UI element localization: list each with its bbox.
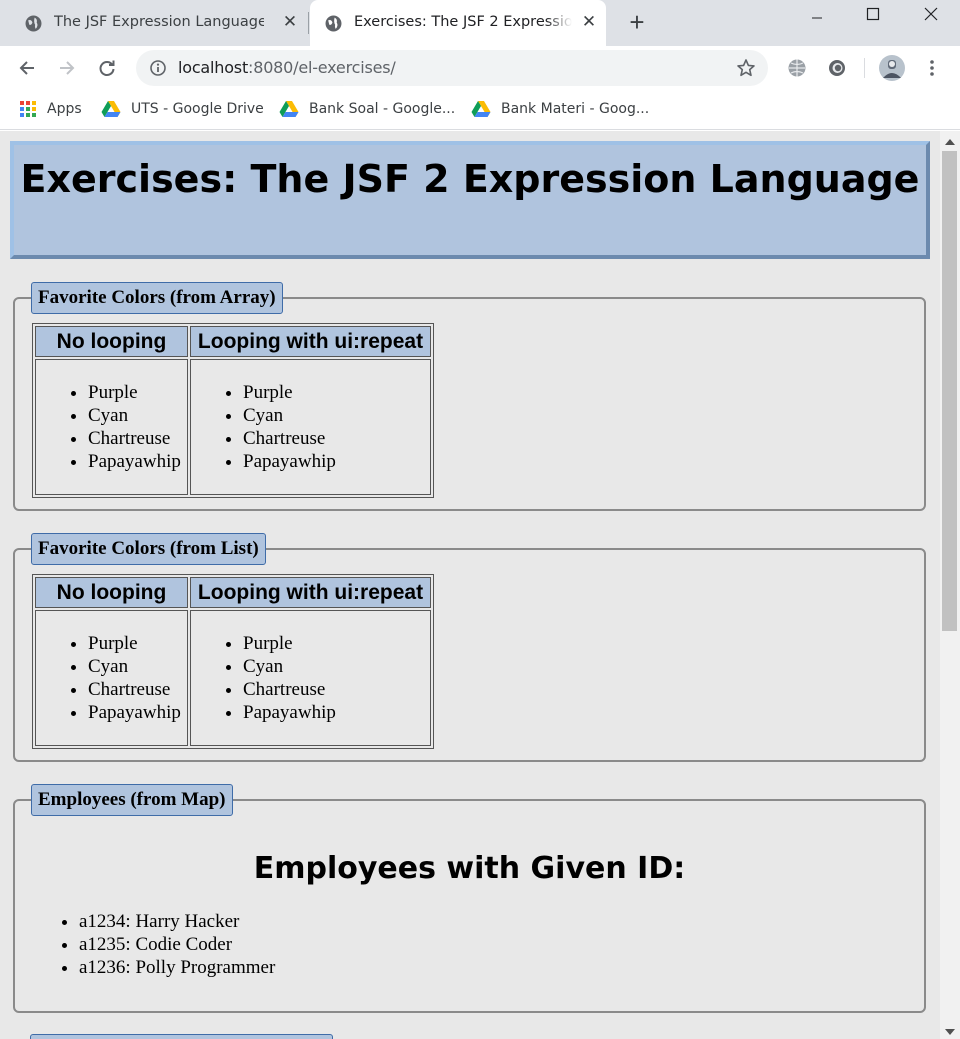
browser-toolbar: localhost:8080/el-exercises/: [0, 46, 960, 90]
bookmark-label: Bank Materi - Goog...: [501, 101, 650, 117]
table-row: Purple Cyan Chartreuse Papayawhip Purple…: [35, 359, 431, 495]
table-cell-ui-repeat: Purple Cyan Chartreuse Papayawhip: [190, 610, 431, 746]
list-item: Chartreuse: [243, 678, 430, 701]
table-header-row: No looping Looping with ui:repeat: [35, 326, 431, 357]
table-cell-ui-repeat: Purple Cyan Chartreuse Papayawhip: [190, 359, 431, 495]
color-list: Purple Cyan Chartreuse Papayawhip: [36, 381, 187, 473]
scroll-up-icon[interactable]: [945, 139, 955, 145]
fieldset-colors-array: Favorite Colors (from Array) No looping …: [13, 282, 926, 511]
google-drive-icon: [101, 101, 121, 117]
close-window-icon[interactable]: [908, 0, 954, 28]
list-item: Purple: [243, 632, 430, 655]
page-viewport: Exercises: The JSF 2 Expression Language…: [0, 131, 940, 1039]
tab-title: The JSF Expression Language: [54, 14, 264, 30]
globe-icon: [325, 15, 342, 32]
tab-strip: The JSF Expression Language ✕ Exercises:…: [0, 0, 960, 46]
list-item: a1236: Polly Programmer: [79, 956, 275, 979]
google-drive-icon: [279, 101, 299, 117]
employees-heading: Employees with Given ID:: [253, 851, 686, 886]
column-header-ui-repeat: Looping with ui:repeat: [190, 326, 431, 357]
color-list: Purple Cyan Chartreuse Papayawhip: [191, 381, 430, 473]
list-item: a1234: Harry Hacker: [79, 910, 275, 933]
list-item: Cyan: [243, 655, 430, 678]
list-item: Chartreuse: [88, 427, 187, 450]
table-cell-no-looping: Purple Cyan Chartreuse Papayawhip: [35, 610, 188, 746]
bookmark-label: Bank Soal - Google...: [309, 101, 456, 117]
bookmark-star-icon[interactable]: [736, 58, 756, 78]
tab-title: Exercises: The JSF 2 Expression Language: [354, 14, 572, 30]
reload-icon[interactable]: [94, 55, 120, 81]
new-tab-icon[interactable]: +: [624, 9, 650, 36]
address-bar[interactable]: localhost:8080/el-exercises/: [136, 50, 768, 86]
apps-grid-icon: [20, 101, 36, 117]
fieldset-legend: Favorite Colors (from Array): [31, 282, 283, 314]
list-item: Cyan: [88, 655, 187, 678]
profile-avatar-icon[interactable]: [879, 55, 905, 81]
list-item: Papayawhip: [243, 450, 430, 473]
tab-jsf-expression-language[interactable]: The JSF Expression Language ✕: [8, 0, 308, 46]
list-item: Cyan: [243, 404, 430, 427]
colors-table: No looping Looping with ui:repeat Purple…: [32, 323, 434, 498]
tab-divider: [308, 12, 309, 34]
scrollbar-thumb[interactable]: [942, 151, 957, 631]
extension-circle-icon[interactable]: [824, 55, 850, 81]
page-title: Exercises: The JSF 2 Expression Language: [20, 157, 920, 201]
forward-icon[interactable]: [54, 55, 80, 81]
colors-table: No looping Looping with ui:repeat Purple…: [32, 574, 434, 749]
bookmark-bank-soal[interactable]: Bank Soal - Google...: [279, 98, 455, 120]
bookmark-label: UTS - Google Drive: [131, 101, 264, 117]
fieldset-legend: Employees (from Map): [31, 784, 233, 816]
maximize-icon[interactable]: [850, 0, 896, 28]
google-drive-icon: [471, 101, 491, 117]
list-item: Purple: [88, 632, 187, 655]
column-header-no-looping: No looping: [35, 577, 188, 608]
list-item: Papayawhip: [243, 701, 430, 724]
color-list: Purple Cyan Chartreuse Papayawhip: [36, 632, 187, 724]
list-item: Chartreuse: [88, 678, 187, 701]
tab-el-exercises[interactable]: Exercises: The JSF 2 Expression Language…: [310, 0, 606, 46]
list-item: Purple: [88, 381, 187, 404]
bookmark-label: Apps: [47, 101, 82, 117]
extension-globe-icon[interactable]: [784, 55, 810, 81]
list-item: Papayawhip: [88, 450, 187, 473]
fieldset-legend: Favorite Colors (from List): [31, 533, 266, 565]
globe-icon: [25, 15, 42, 32]
close-tab-icon[interactable]: ✕: [281, 13, 299, 31]
page-scrollbar[interactable]: [940, 131, 960, 1039]
color-list: Purple Cyan Chartreuse Papayawhip: [191, 632, 430, 724]
back-icon[interactable]: [14, 55, 40, 81]
fieldset-colors-list: Favorite Colors (from List) No looping L…: [13, 533, 926, 762]
menu-kebab-icon[interactable]: [919, 55, 945, 81]
fieldset-employees-map: Employees (from Map) Employees with Give…: [13, 784, 926, 1013]
list-item: Purple: [243, 381, 430, 404]
list-item: a1235: Codie Coder: [79, 933, 275, 956]
minimize-icon[interactable]: [794, 0, 840, 28]
list-item: Papayawhip: [88, 701, 187, 724]
url-host: localhost: [178, 58, 249, 77]
bookmark-apps[interactable]: Apps: [19, 98, 82, 120]
bookmarks-bar: Apps UTS - Google Drive Bank Soal - Goog…: [0, 90, 960, 130]
bookmark-bank-materi[interactable]: Bank Materi - Goog...: [471, 98, 649, 120]
column-header-no-looping: No looping: [35, 326, 188, 357]
table-row: Purple Cyan Chartreuse Papayawhip Purple…: [35, 610, 431, 746]
table-cell-no-looping: Purple Cyan Chartreuse Papayawhip: [35, 359, 188, 495]
url-path: :8080/el-exercises/: [248, 58, 396, 77]
employee-list: a1234: Harry Hacker a1235: Codie Coder a…: [79, 910, 275, 979]
bookmark-uts-google-drive[interactable]: UTS - Google Drive: [101, 98, 264, 120]
toolbar-divider: [864, 58, 865, 78]
url-text: localhost:8080/el-exercises/: [178, 58, 396, 77]
page-title-banner: Exercises: The JSF 2 Expression Language: [10, 141, 930, 259]
column-header-ui-repeat: Looping with ui:repeat: [190, 577, 431, 608]
list-item: Cyan: [88, 404, 187, 427]
close-tab-icon[interactable]: ✕: [580, 13, 598, 31]
site-info-icon[interactable]: [150, 60, 166, 76]
list-item: Chartreuse: [243, 427, 430, 450]
scroll-down-icon[interactable]: [945, 1029, 955, 1035]
next-fieldset-legend: [30, 1034, 333, 1039]
table-header-row: No looping Looping with ui:repeat: [35, 577, 431, 608]
